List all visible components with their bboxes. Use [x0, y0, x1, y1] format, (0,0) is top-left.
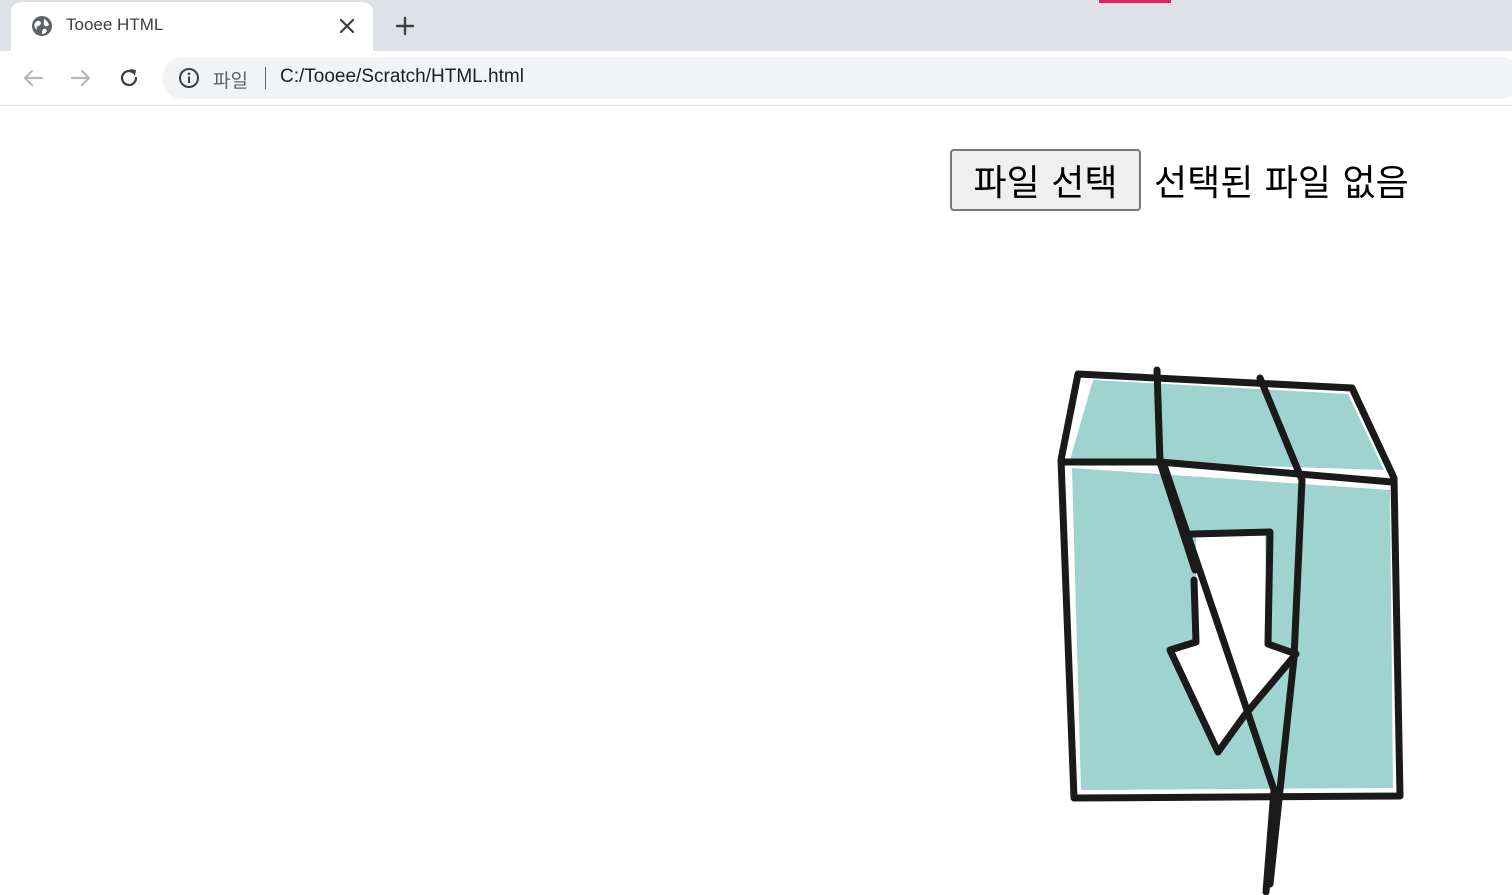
globe-icon: [31, 15, 53, 37]
tab-strip-accent: [1099, 0, 1171, 3]
url-text[interactable]: C:/Tooee/Scratch/HTML.html: [280, 66, 524, 88]
arrow-right-icon[interactable]: [67, 64, 95, 92]
arrow-left-icon[interactable]: [19, 64, 47, 92]
address-bar[interactable]: 파일 C:/Tooee/Scratch/HTML.html: [162, 57, 1512, 99]
toolbar: 파일 C:/Tooee/Scratch/HTML.html: [0, 51, 1512, 106]
tab-strip: Tooee HTML: [0, 0, 1512, 51]
box-download-icon: [1057, 366, 1404, 895]
tab-title: Tooee HTML: [66, 15, 164, 34]
file-status-text: 선택된 파일 없음: [1154, 163, 1409, 204]
tab-active[interactable]: Tooee HTML: [11, 2, 373, 51]
close-icon[interactable]: [336, 15, 358, 37]
choose-file-button[interactable]: 파일 선택: [950, 149, 1141, 211]
info-icon[interactable]: [178, 67, 200, 89]
plus-icon[interactable]: [392, 13, 418, 39]
reload-icon[interactable]: [115, 64, 143, 92]
box-lid-fill: [1070, 380, 1384, 470]
file-input[interactable]: 파일 선택 선택된 파일 없음: [950, 149, 1409, 211]
scheme-label: 파일: [213, 70, 248, 92]
omnibox-divider: [265, 67, 266, 89]
